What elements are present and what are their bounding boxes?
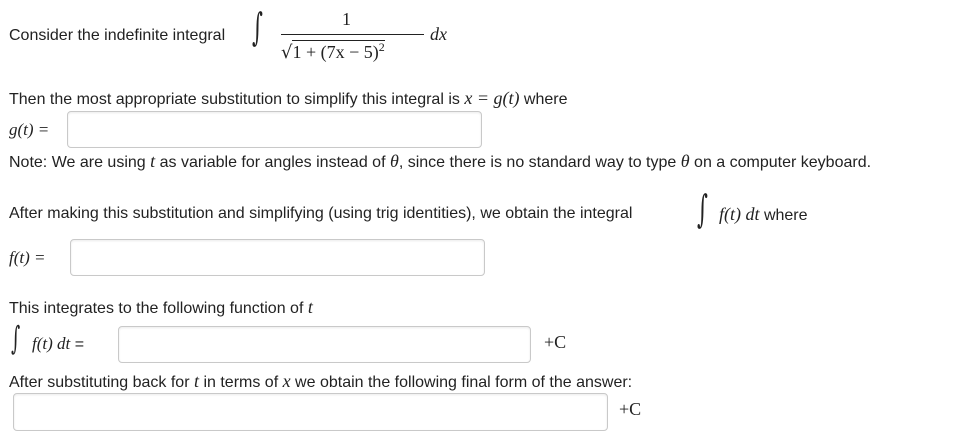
- fraction-bar: [281, 34, 424, 35]
- substitution-prompt: Then the most appropriate substitution t…: [9, 88, 568, 109]
- back-sub-part1: After substituting back for: [9, 374, 190, 391]
- note-part4: on a computer keyboard.: [694, 154, 872, 171]
- final-answer-input[interactable]: [13, 393, 608, 431]
- integral-expr: f(t) dt where: [719, 204, 808, 225]
- antiderivative-label: f(t) dt =: [32, 334, 84, 354]
- integral-prompt: After making this substitution and simpl…: [9, 205, 633, 222]
- integrates-var-t: t: [307, 297, 313, 317]
- integrand-denominator: √1 + (7x − 5)2: [281, 40, 385, 63]
- note-theta2: θ: [680, 151, 690, 171]
- denominator-exponent: 2: [378, 40, 385, 54]
- integrates-prompt: This integrates to the following functio…: [9, 297, 313, 318]
- substitution-suffix: where: [523, 91, 568, 108]
- f-dt-expression: f(t) dt: [719, 204, 760, 224]
- back-sub-part3: we obtain the following final form of th…: [295, 374, 633, 391]
- back-sub-var-x: x: [282, 371, 291, 391]
- integrand-numerator: 1: [342, 9, 351, 29]
- integral-sign-icon: ∫: [252, 5, 263, 49]
- integrand-differential: dx: [430, 24, 447, 44]
- antiderivative-constant: +C: [544, 332, 567, 352]
- back-sub-var-t: t: [193, 371, 199, 391]
- note-part3: , since there is no standard way to type: [398, 154, 677, 171]
- integral-sign-icon: ∫: [697, 187, 708, 231]
- antiderivative-eq: =: [74, 336, 85, 353]
- denominator-sqrt-content: 1 + (7x − 5): [292, 42, 379, 62]
- substitution-prefix: Then the most appropriate substitution t…: [9, 91, 460, 108]
- back-sub-part2: in terms of: [203, 374, 279, 391]
- g-of-t-input[interactable]: [67, 111, 482, 148]
- f-of-t-label: f(t) =: [9, 248, 46, 267]
- integrates-prefix: This integrates to the following functio…: [9, 300, 304, 317]
- note-theta: θ: [389, 151, 399, 171]
- note-text: Note: We are using t as variable for ang…: [9, 151, 871, 172]
- integral-sign-icon: ∫: [11, 319, 21, 357]
- f-of-t-input[interactable]: [70, 239, 485, 276]
- back-substitute-prompt: After substituting back for t in terms o…: [9, 371, 632, 392]
- final-constant: +C: [619, 399, 642, 419]
- g-of-t-label: g(t) =: [9, 120, 50, 139]
- note-part1: Note: We are using: [9, 154, 146, 171]
- note-var-t: t: [150, 151, 156, 171]
- note-part2: as variable for angles instead of: [159, 154, 386, 171]
- substitution-equation: x = g(t): [464, 88, 520, 108]
- antiderivative-input[interactable]: [118, 326, 531, 363]
- intro-text: Consider the indefinite integral: [9, 27, 226, 44]
- antiderivative-expr: f(t) dt: [32, 334, 71, 353]
- integral-suffix: where: [763, 207, 808, 224]
